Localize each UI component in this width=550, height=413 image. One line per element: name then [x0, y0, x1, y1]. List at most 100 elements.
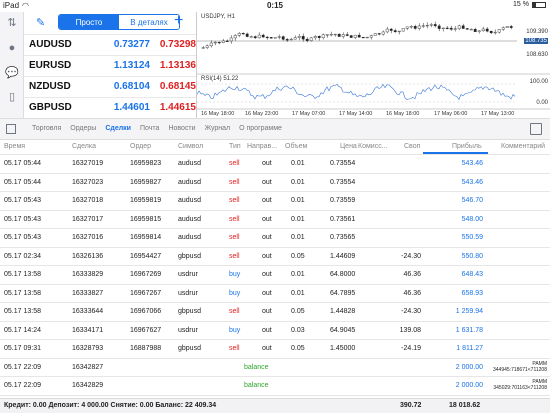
tab-about[interactable]: О программе [239, 125, 282, 132]
cell-dir: out [262, 289, 272, 297]
candle [385, 28, 389, 33]
quote-bid: 0.73277 [113, 39, 150, 50]
cell-symbol: audusd [178, 178, 201, 186]
table-row[interactable]: 05.17 22:09 16342827 balance 2 000.00 PAMM 3… [0, 357, 550, 377]
quote-row[interactable]: NZDUSD 0.68104 0.68145 [24, 76, 196, 96]
cell-deal: 16327019 [72, 160, 104, 167]
cell-symbol: audusd [178, 160, 201, 167]
tab-trade[interactable]: Торговля [32, 125, 61, 132]
cell-swap: 139.08 [399, 326, 421, 334]
chart-canvas [197, 21, 550, 110]
col-profit[interactable]: Прибыль [452, 143, 482, 150]
terminal-icon[interactable] [6, 124, 16, 134]
table-row[interactable]: 05.17 13:58 16333829 16967269 usdrur buy out 0… [0, 265, 550, 284]
candle [389, 28, 393, 31]
table-row[interactable]: 05.17 05:43 16327016 16959814 audusd sell out… [0, 228, 550, 247]
cell-time: 05.17 02:34 [4, 252, 41, 260]
candle [249, 36, 253, 38]
tab-deals[interactable]: Сделки [105, 125, 131, 132]
segment-detail[interactable]: В деталях [119, 15, 179, 29]
edit-icon[interactable]: ✎ [36, 16, 45, 29]
add-symbol-icon[interactable]: + [174, 13, 183, 29]
cell-deal: 16333829 [72, 271, 104, 278]
candle [273, 37, 277, 39]
candle [221, 40, 225, 43]
cell-time: 05.17 05:43 [4, 197, 41, 204]
candle [289, 38, 293, 41]
cell-symbol: audusd [178, 234, 201, 241]
segment-simple[interactable]: Просто [59, 15, 119, 29]
col-volume[interactable]: Объем [285, 143, 307, 150]
col-comment[interactable]: Комментарий [501, 143, 545, 150]
candle [241, 33, 245, 35]
cell-order: 16959827 [130, 178, 162, 186]
current-price-label: 108.735 [524, 38, 548, 44]
x-label: 16 May 23:00 [245, 111, 279, 117]
chat-icon[interactable]: 💬 [4, 64, 20, 80]
chart-title: USDJPY, H1 [201, 14, 235, 20]
candle [297, 36, 301, 38]
cell-volume: 0.01 [291, 271, 305, 278]
layout-icon[interactable] [530, 123, 542, 135]
table-row[interactable]: 05.17 09:31 16328793 16887988 gbpusd sell out… [0, 339, 550, 358]
table-row[interactable]: 05.17 05:43 16327017 16959815 audusd sell out… [0, 209, 550, 229]
candle [345, 34, 349, 36]
trade-icon[interactable]: ⇅ [4, 14, 20, 30]
col-symbol[interactable]: Символ [178, 143, 203, 150]
accounts-icon[interactable]: ● [4, 40, 20, 56]
candle [265, 36, 269, 39]
cell-order: 16967267 [130, 289, 162, 297]
table-row[interactable]: 05.17 22:09 16342829 balance 2 000.00 PAMM 3… [0, 376, 550, 395]
quote-row[interactable]: EURUSD 1.13124 1.13136 [24, 55, 196, 75]
table-row[interactable]: 05.17 02:34 16326136 16954427 gbpusd sell out… [0, 246, 550, 266]
cell-dir: out [262, 252, 272, 260]
cell-type: buy [229, 289, 241, 297]
cell-deal: 16334171 [72, 326, 104, 334]
candle [277, 36, 281, 38]
candle [201, 47, 205, 49]
col-price[interactable]: Цена [340, 143, 357, 150]
candle [313, 36, 317, 39]
tab-news[interactable]: Новости [168, 125, 195, 132]
quote-row[interactable]: GBPUSD 1.44601 1.44615 [24, 97, 196, 117]
table-row[interactable]: 05.17 05:44 16327019 16959823 audusd sell out… [0, 154, 550, 173]
quote-bid: 0.68104 [113, 81, 150, 92]
candle [229, 37, 233, 42]
candle [205, 45, 209, 48]
cell-order: 16887988 [130, 345, 162, 352]
cell-volume: 0.01 [291, 289, 305, 297]
cell-price: 0.73559 [330, 197, 356, 204]
battery-percent: 15 % [513, 1, 529, 8]
tab-journal[interactable]: Журнал [205, 125, 231, 132]
table-row[interactable]: 05.17 13:58 16333644 16967066 gbpusd sell out… [0, 302, 550, 321]
col-type[interactable]: Тип [229, 143, 241, 150]
col-time[interactable]: Время [4, 143, 25, 150]
quote-symbol: NZDUSD [29, 81, 71, 92]
tab-mail[interactable]: Почта [140, 125, 159, 132]
quote-row[interactable]: AUDUSD 0.73277 0.73298 [24, 34, 196, 54]
candle [477, 30, 481, 32]
col-commission[interactable]: Комисс... [358, 143, 388, 150]
cell-time: 05.17 13:58 [4, 308, 41, 315]
tab-orders[interactable]: Ордеры [70, 125, 96, 132]
cell-price: 64.8000 [330, 271, 356, 278]
left-sidebar: ⇅ ● 💬 ▯ [0, 12, 24, 118]
cell-deal: 16342827 [72, 363, 104, 371]
battery-icon [532, 1, 546, 8]
table-row[interactable]: 05.17 05:43 16327018 16959819 audusd sell out… [0, 191, 550, 210]
table-row[interactable]: 05.17 13:58 16333827 16967267 usdrur buy out 0… [0, 283, 550, 303]
price-chart[interactable]: USDJPY, H1 RSI(14) 51.22 109.390 108.735… [196, 12, 550, 118]
col-swap[interactable]: Своп [404, 143, 420, 150]
col-direction[interactable]: Направ... [247, 143, 277, 150]
candle [405, 26, 409, 29]
table-row[interactable]: 05.17 14:24 16334171 16967627 usdrur buy out 0… [0, 320, 550, 340]
col-order[interactable]: Ордер [130, 143, 151, 150]
cell-symbol: usdrur [178, 289, 198, 297]
cell-type: buy [229, 326, 241, 334]
cell-order: 16959823 [130, 160, 162, 167]
col-deal[interactable]: Сделка [72, 143, 96, 150]
cell-type: sell [229, 178, 240, 186]
document-icon[interactable]: ▯ [4, 88, 20, 104]
table-row[interactable]: 05.17 05:44 16327023 16959827 audusd sell out… [0, 172, 550, 192]
candle [397, 30, 401, 33]
